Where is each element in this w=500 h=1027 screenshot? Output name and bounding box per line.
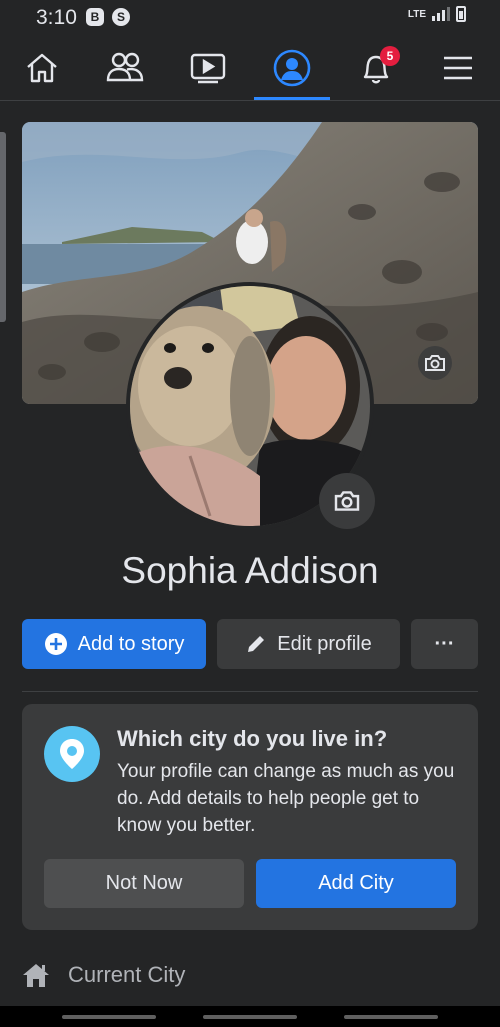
video-icon — [190, 53, 226, 84]
nav-profile[interactable] — [250, 36, 334, 100]
nav-notifications[interactable]: 5 — [334, 36, 418, 100]
house-icon — [23, 964, 49, 987]
add-city-button[interactable]: Add City — [256, 859, 456, 908]
signal-icon — [432, 7, 450, 21]
cover-camera-button[interactable] — [418, 346, 452, 380]
camera-icon — [425, 355, 445, 371]
edit-profile-button[interactable]: Edit profile — [217, 619, 400, 669]
pencil-icon — [248, 636, 265, 652]
home-icon — [27, 53, 57, 83]
location-pin-icon — [44, 726, 100, 782]
nav-gesture-left[interactable] — [62, 1015, 156, 1019]
edit-profile-label: Edit profile — [277, 632, 372, 655]
more-options-button[interactable]: ··· — [411, 619, 478, 669]
nav-gesture-right[interactable] — [344, 1015, 438, 1019]
current-city-row[interactable]: Current City — [22, 962, 185, 988]
system-navigation-bar — [0, 1006, 500, 1027]
more-icon: ··· — [434, 632, 455, 655]
card-body: Your profile can change as much as you d… — [117, 761, 455, 836]
scroll-indicator[interactable] — [0, 132, 6, 322]
top-nav-bar: 5 — [0, 36, 500, 101]
not-now-button[interactable]: Not Now — [44, 859, 244, 908]
nav-watch[interactable] — [166, 36, 250, 100]
card-title: Which city do you live in? — [117, 726, 388, 751]
plus-circle-icon — [44, 633, 67, 655]
nav-menu[interactable] — [416, 36, 500, 100]
friends-icon — [106, 52, 144, 82]
profile-icon — [273, 49, 311, 87]
add-to-story-button[interactable]: Add to story — [22, 619, 206, 669]
notification-badge: 5 — [380, 46, 400, 66]
city-prompt-card: Which city do you live in? Your profile … — [22, 704, 478, 930]
profile-name: Sophia Addison — [121, 550, 379, 591]
nav-gesture-home[interactable] — [203, 1015, 297, 1019]
camera-icon — [334, 491, 360, 511]
status-time: 3:10 — [36, 6, 77, 29]
divider — [22, 691, 478, 692]
add-to-story-label: Add to story — [77, 632, 185, 655]
b-icon: B — [86, 8, 104, 26]
current-city-label: Current City — [68, 962, 186, 987]
hamburger-icon — [444, 56, 472, 80]
profile-picture-camera-button[interactable] — [319, 473, 375, 529]
status-bar: 3:10 B S LTE — [0, 0, 500, 36]
battery-icon — [456, 6, 466, 22]
nav-friends[interactable] — [83, 36, 167, 100]
nav-home[interactable] — [0, 36, 84, 100]
shazam-icon: S — [112, 8, 130, 26]
network-type: LTE — [407, 8, 426, 20]
